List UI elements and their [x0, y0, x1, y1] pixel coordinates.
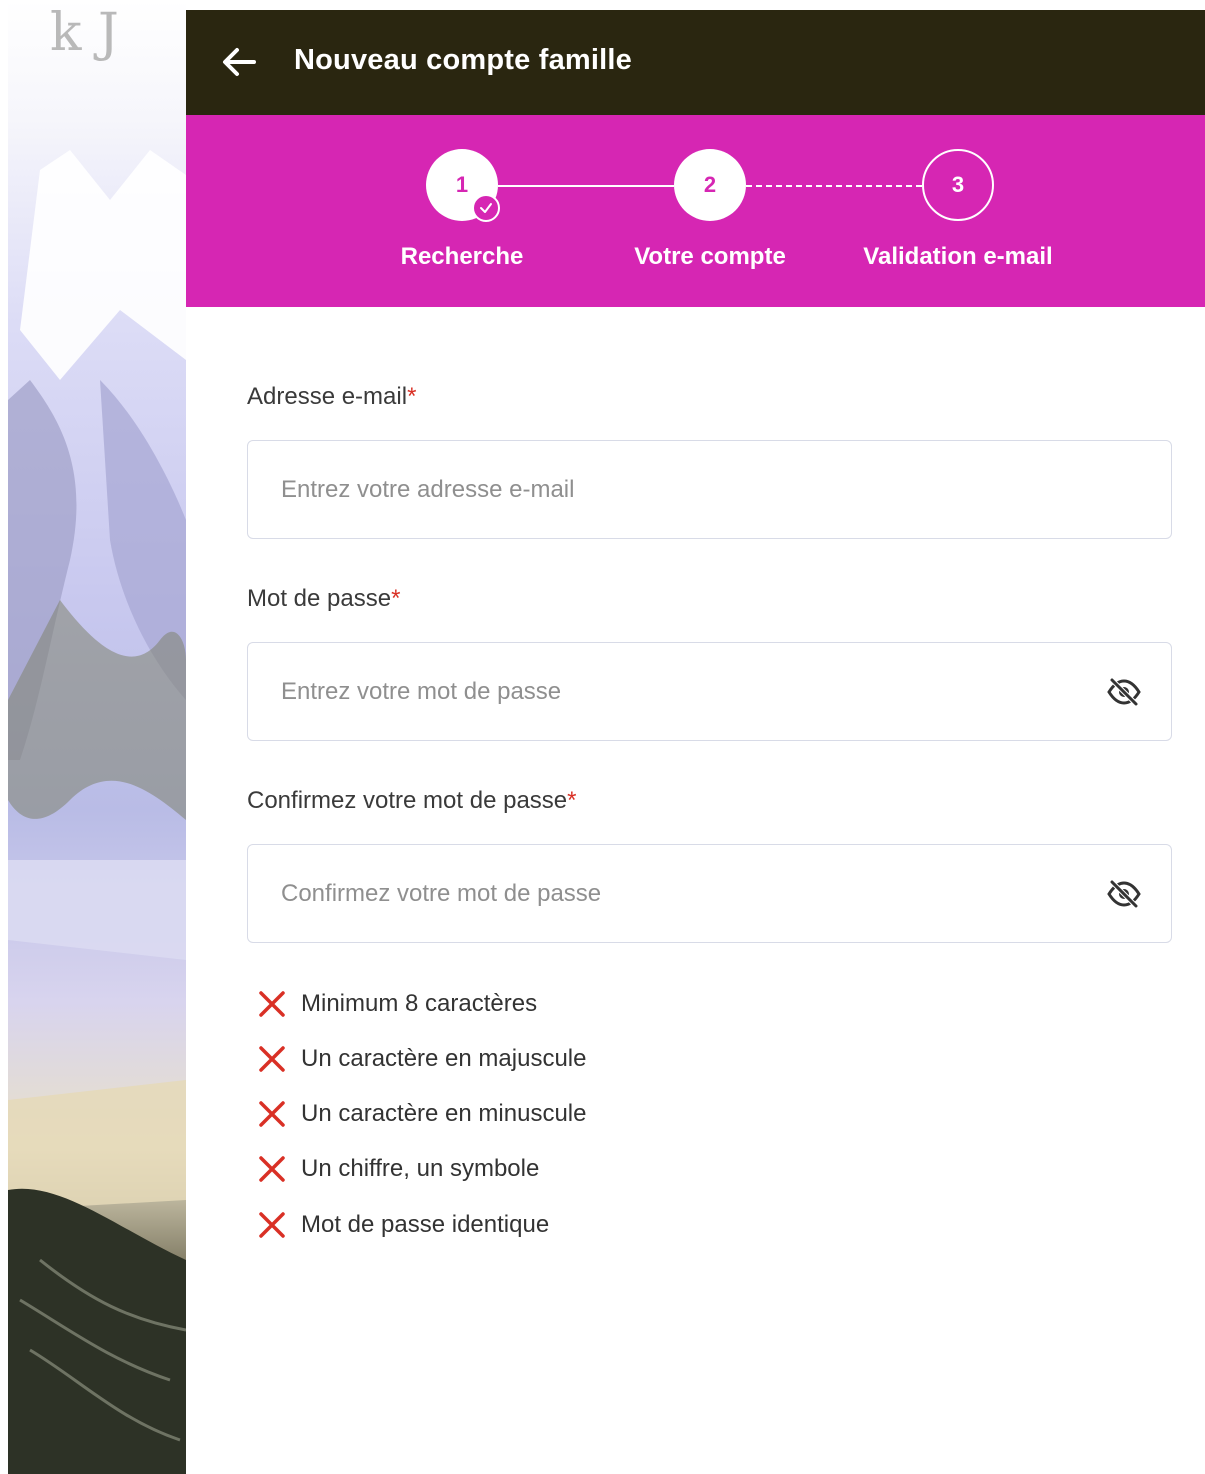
background-photo: k J [0, 0, 186, 1474]
check-icon [472, 194, 500, 222]
password-input[interactable] [279, 643, 1083, 741]
stepper: 1 Recherche 2 Votre compte 3 Validation … [186, 115, 1205, 307]
password-rule: Mot de passe identique [256, 1209, 549, 1241]
password-rule-text: Mot de passe identique [301, 1211, 550, 1238]
email-label: Adresse e-mail* [247, 383, 416, 411]
top-bar: Nouveau compte famille [186, 10, 1205, 115]
password-rule: Minimum 8 caractères [256, 988, 537, 1020]
close-icon [259, 1212, 285, 1238]
password-rule-text: Un chiffre, un symbole [301, 1155, 540, 1182]
eye-off-icon[interactable] [1107, 677, 1141, 707]
step-1-label: Recherche [400, 243, 524, 270]
svg-text:k J: k J [50, 3, 119, 63]
close-icon [259, 1101, 285, 1127]
email-field [247, 440, 1172, 539]
password-rule-text: Minimum 8 caractères [301, 990, 538, 1017]
password-field [247, 642, 1172, 741]
step-3-circle: 3 [922, 149, 994, 221]
required-mark: * [391, 585, 401, 612]
step-connector-2-3 [746, 185, 922, 187]
step-connector-1-2 [498, 185, 674, 187]
confirm-password-label-text: Confirmez votre mot de passe [247, 787, 568, 814]
email-label-text: Adresse e-mail [247, 383, 408, 410]
confirm-password-input[interactable] [279, 845, 1083, 943]
eye-off-icon[interactable] [1107, 879, 1141, 909]
password-rule: Un chiffre, un symbole [256, 1153, 539, 1185]
signup-panel: Nouveau compte famille 1 Recherche 2 Vot… [186, 0, 1205, 1474]
page-title: Nouveau compte famille [294, 44, 632, 76]
confirm-password-label: Confirmez votre mot de passe* [247, 787, 576, 815]
step-3-number: 3 [951, 172, 965, 197]
password-rule-text: Un caractère en majuscule [301, 1045, 587, 1072]
step-2-circle: 2 [674, 149, 746, 221]
password-label-text: Mot de passe [247, 585, 392, 612]
arrow-left-icon[interactable] [220, 43, 258, 81]
close-icon [259, 1156, 285, 1182]
close-icon [259, 991, 285, 1017]
required-mark: * [567, 787, 577, 814]
password-label: Mot de passe* [247, 585, 400, 613]
password-rule: Un caractère en minuscule [256, 1098, 586, 1130]
step-1-number: 1 [455, 172, 469, 197]
step-3-label: Validation e-mail [863, 243, 1053, 270]
page: k J Nouveau compte famille 1 Recherche 2… [0, 0, 1205, 1474]
confirm-password-field [247, 844, 1172, 943]
email-input[interactable] [279, 441, 1083, 539]
password-rule-text: Un caractère en minuscule [301, 1100, 587, 1127]
password-rule: Un caractère en majuscule [256, 1043, 586, 1075]
required-mark: * [407, 383, 417, 410]
step-2-number: 2 [703, 172, 717, 197]
step-2-label: Votre compte [634, 243, 786, 270]
close-icon [259, 1046, 285, 1072]
